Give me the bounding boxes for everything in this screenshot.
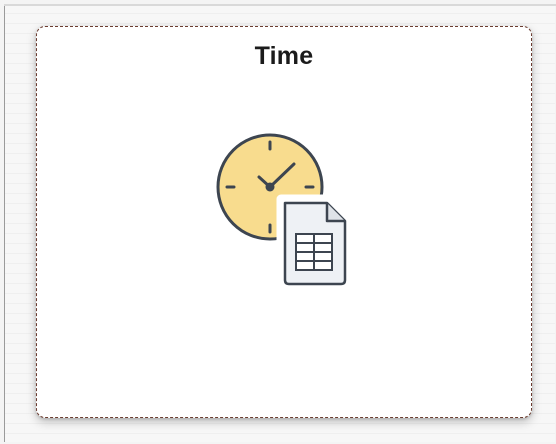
clock-document-icon: [215, 131, 357, 289]
window-frame-top: [4, 4, 556, 6]
time-tile[interactable]: Time: [36, 26, 532, 418]
tile-title: Time: [254, 42, 314, 70]
document-icon: [276, 194, 354, 289]
